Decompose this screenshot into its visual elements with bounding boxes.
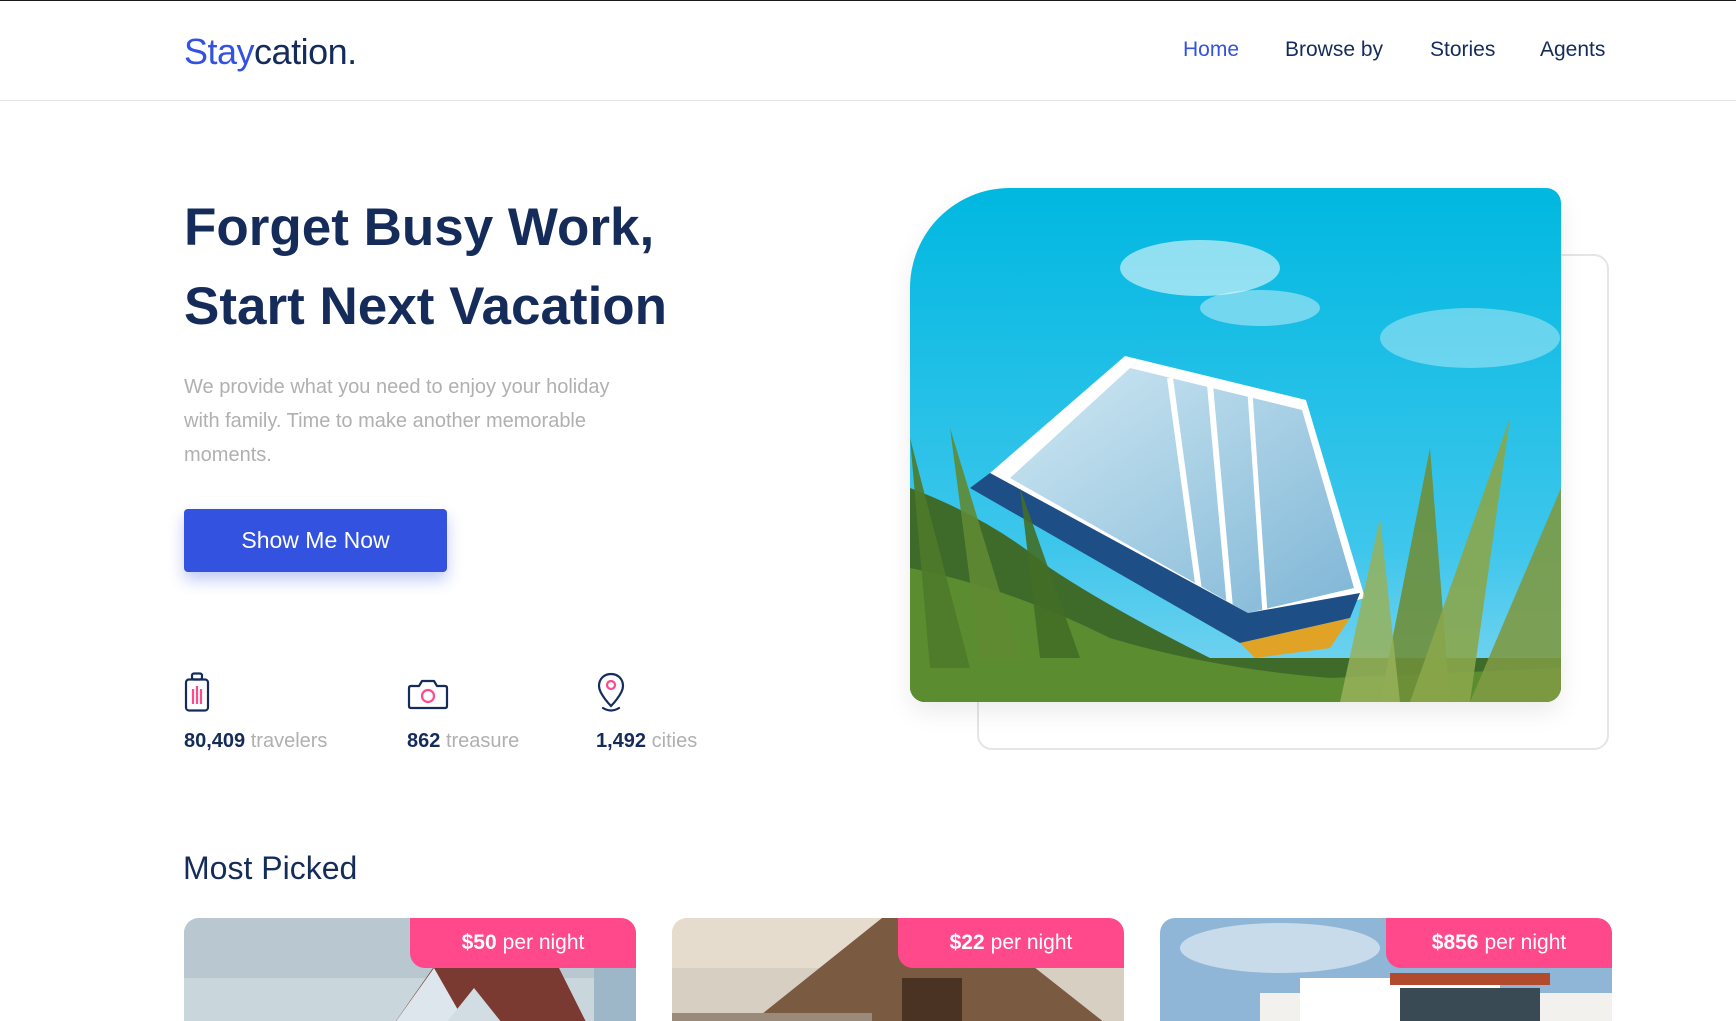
most-picked-card[interactable]: $50 per night: [184, 918, 636, 1021]
show-me-now-button[interactable]: Show Me Now: [184, 509, 447, 572]
camera-icon: [407, 679, 449, 710]
price-unit: per night: [1484, 931, 1567, 954]
stat-treasure-label: treasure: [445, 730, 520, 752]
most-picked-card[interactable]: $856 per night: [1160, 918, 1612, 1021]
nav-agents[interactable]: Agents: [1540, 38, 1605, 62]
hero-title: Forget Busy Work, Start Next Vacation: [184, 188, 804, 346]
brand-logo[interactable]: Staycation.: [184, 31, 357, 73]
stat-treasure-value: 862: [407, 730, 441, 752]
stat-travelers: 80,409 travelers: [184, 672, 327, 752]
hero-title-line1: Forget Busy Work,: [184, 198, 655, 257]
hero-image: [910, 188, 1561, 702]
nav-browse-by[interactable]: Browse by: [1285, 38, 1383, 62]
suitcase-icon: [184, 672, 210, 712]
price-unit: per night: [990, 931, 1073, 954]
stat-cities-value: 1,492: [596, 730, 647, 752]
navbar: Staycation. Home Browse by Stories Agent…: [0, 1, 1736, 101]
price-tag: $22 per night: [898, 918, 1124, 968]
stat-cities: 1,492 cities: [596, 672, 697, 752]
most-picked-card[interactable]: $22 per night: [672, 918, 1124, 1021]
price-value: $856: [1431, 931, 1479, 954]
map-pin-icon: [597, 672, 625, 712]
price-value: $50: [461, 931, 497, 954]
brand-part-stay: Stay: [184, 31, 255, 72]
most-picked-title: Most Picked: [183, 850, 358, 886]
hero-description: We provide what you need to enjoy your h…: [184, 376, 610, 466]
nav-home[interactable]: Home: [1183, 38, 1239, 62]
brand-part-cation: cation.: [254, 31, 357, 72]
hero-title-line2: Start Next Vacation: [184, 277, 668, 336]
stat-travelers-label: travelers: [250, 730, 328, 752]
price-value: $22: [949, 931, 985, 954]
stat-cities-label: cities: [651, 730, 698, 752]
stat-travelers-value: 80,409: [184, 730, 246, 752]
nav-stories[interactable]: Stories: [1430, 38, 1495, 62]
price-tag: $856 per night: [1386, 918, 1612, 968]
price-unit: per night: [502, 931, 585, 954]
price-tag: $50 per night: [410, 918, 636, 968]
stat-treasure: 862 treasure: [407, 672, 519, 752]
